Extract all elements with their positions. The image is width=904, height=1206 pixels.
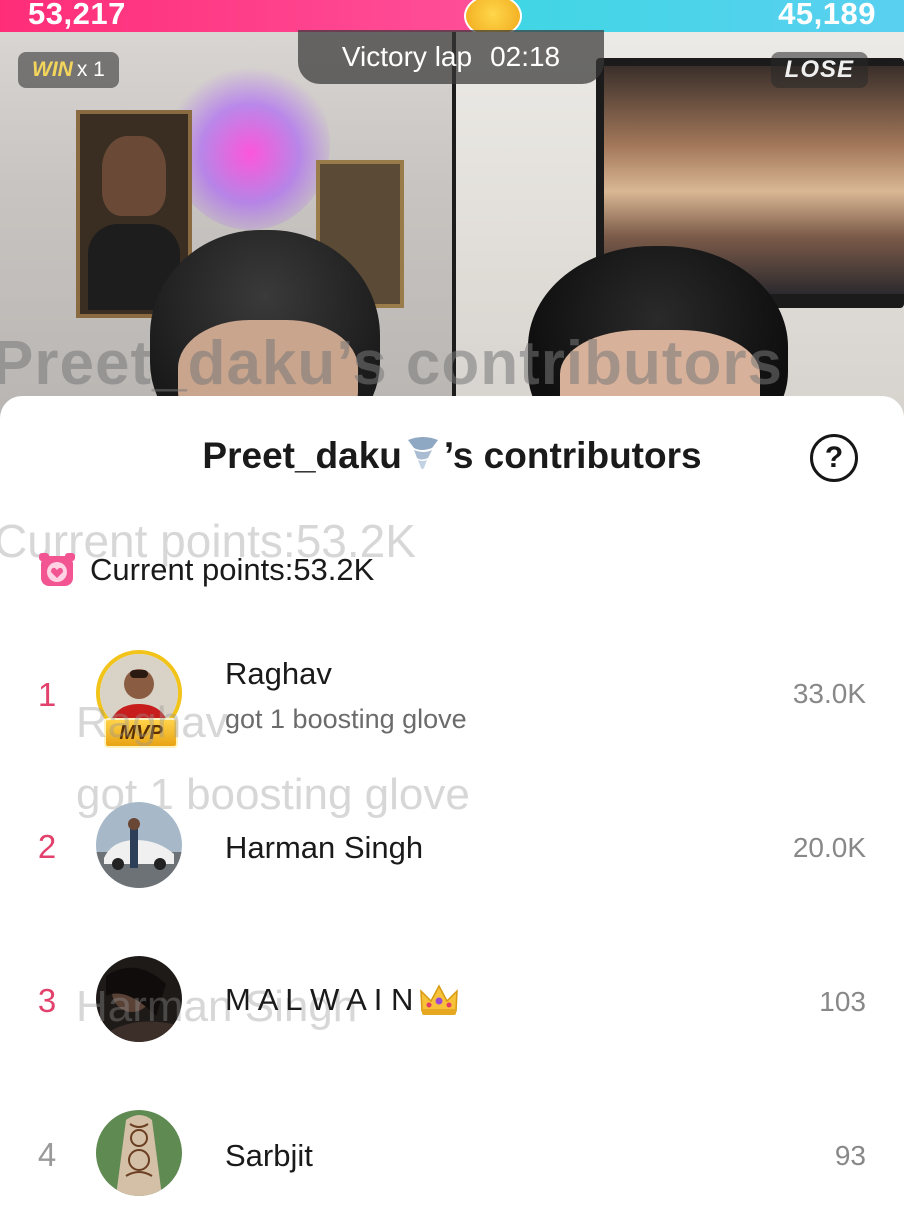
current-points-label: Current points:53.2K bbox=[90, 552, 375, 587]
crown-icon bbox=[420, 984, 459, 1015]
lose-label: LOSE bbox=[784, 56, 854, 83]
galaxy-light bbox=[170, 60, 330, 230]
contributor-score: 33.0K bbox=[792, 678, 866, 709]
contributor-row[interactable]: 1 MVP Raghav Raghav got 1 boosting glove… bbox=[0, 646, 904, 748]
lose-badge: LOSE bbox=[770, 52, 868, 88]
left-score: 53,217 bbox=[28, 0, 126, 31]
contributor-name: Sarbjit bbox=[225, 1138, 313, 1173]
ghost-name-overlay: Raghav bbox=[76, 698, 228, 747]
host-name: Preet_daku bbox=[202, 435, 402, 476]
avatar[interactable] bbox=[96, 802, 182, 888]
right-score-segment: 45,189 bbox=[492, 0, 904, 32]
rank-number: 1 bbox=[37, 676, 57, 713]
title-suffix: ’s contributors bbox=[443, 435, 702, 476]
current-points: Current points:53.2K bbox=[38, 548, 374, 592]
contributor-score: 20.0K bbox=[792, 832, 866, 863]
contributor-score: 93 bbox=[834, 1140, 866, 1171]
left-score-segment: 53,217 bbox=[0, 0, 492, 32]
battle-score-bar: 53,217 45,189 bbox=[0, 0, 904, 32]
victory-lap-timer: Victory lap 02:18 bbox=[298, 30, 604, 84]
contributor-name: M A L W A I N bbox=[225, 982, 414, 1017]
win-badge: WIN x 1 bbox=[18, 52, 119, 88]
contributor-row[interactable]: 3 Harman Singh M A L W A I N 103 bbox=[0, 956, 904, 1056]
contributor-row[interactable]: 2 Harman Singh 20.0K bbox=[0, 802, 904, 902]
ghost-title-overlay: Preet_daku’s contributors bbox=[0, 329, 784, 398]
alarm-clock-icon bbox=[39, 553, 75, 586]
help-icon: ? bbox=[824, 441, 844, 474]
victory-label: Victory lap bbox=[341, 41, 473, 72]
win-label: WIN bbox=[32, 58, 73, 81]
contributor-name: Harman Singh bbox=[225, 830, 424, 865]
contributor-row[interactable]: 4 Sarbjit 93 bbox=[0, 1110, 904, 1206]
contributor-name: Raghav bbox=[225, 656, 332, 691]
sheet-title: Preet_daku ’s contributors bbox=[0, 434, 904, 477]
rank-number: 2 bbox=[37, 828, 57, 865]
rank-number: 3 bbox=[37, 982, 57, 1019]
contributor-name-wrap: M A L W A I N bbox=[225, 982, 459, 1018]
victory-timer: 02:18 bbox=[490, 41, 561, 72]
battle-view: 53,217 45,189 WIN x 1 Victory lap 02:18 LO… bbox=[0, 0, 904, 420]
contributor-subtitle: got 1 boosting glove bbox=[225, 704, 467, 734]
rank-number: 4 bbox=[37, 1136, 57, 1173]
contributor-score: 103 bbox=[819, 986, 866, 1017]
help-button[interactable]: ? bbox=[810, 434, 858, 482]
tornado-icon bbox=[407, 437, 438, 469]
contributors-sheet: Preet_daku ’s contributors ? Current poi… bbox=[0, 396, 904, 1206]
avatar[interactable] bbox=[96, 1110, 182, 1196]
win-multiplier: x 1 bbox=[76, 58, 105, 81]
right-score: 45,189 bbox=[778, 0, 876, 31]
